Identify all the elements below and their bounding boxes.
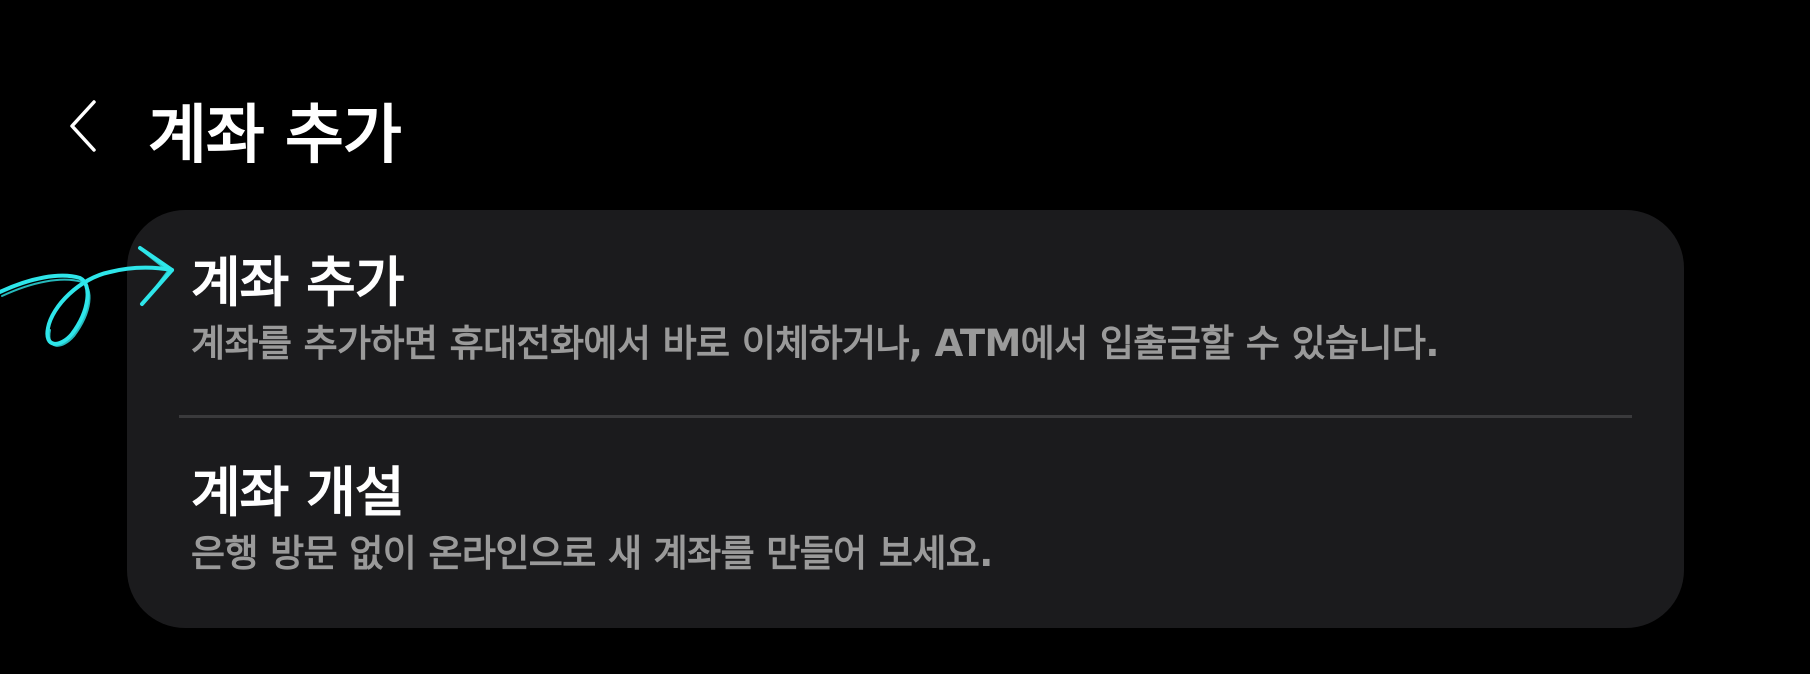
add-account-description: 계좌를 추가하면 휴대전화에서 바로 이체하거나, ATM에서 입출금할 수 있… bbox=[191, 322, 1439, 366]
add-account-option[interactable]: 계좌 추가 계좌를 추가하면 휴대전화에서 바로 이체하거나, ATM에서 입출… bbox=[191, 251, 1634, 402]
hand-drawn-arrow-icon bbox=[0, 246, 174, 347]
open-account-description: 은행 방문 없이 온라인으로 새 계좌를 만들어 보세요. bbox=[191, 532, 993, 576]
chevron-left-icon bbox=[70, 100, 96, 152]
add-account-title: 계좌 추가 bbox=[191, 251, 405, 314]
open-account-option[interactable]: 계좌 개설 은행 방문 없이 온라인으로 새 계좌를 만들어 보세요. bbox=[191, 461, 1634, 612]
divider bbox=[179, 415, 1632, 418]
page-title: 계좌 추가 bbox=[148, 99, 402, 173]
account-options-card: 계좌 추가 계좌를 추가하면 휴대전화에서 바로 이체하거나, ATM에서 입출… bbox=[127, 210, 1684, 628]
open-account-title: 계좌 개설 bbox=[191, 461, 405, 524]
back-button[interactable] bbox=[58, 96, 108, 156]
app-header: 계좌 추가 bbox=[0, 80, 1810, 173]
